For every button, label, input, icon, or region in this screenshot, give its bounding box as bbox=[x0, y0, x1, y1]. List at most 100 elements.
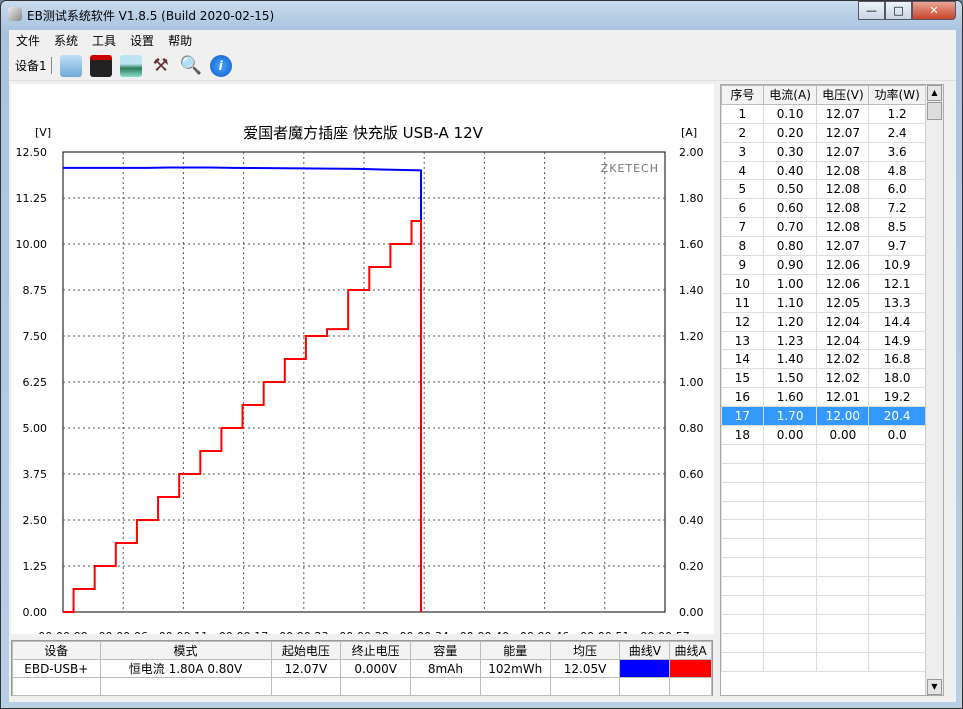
summary-table: 设备 模式 起始电压 终止电压 容量 能量 均压 曲线V 曲线A EBD-USB+ 恒电流 1.80… bbox=[11, 640, 713, 696]
menu-tools[interactable]: 工具 bbox=[85, 30, 123, 50]
y-tick-left: 2.50 bbox=[23, 514, 48, 527]
table-row[interactable]: 11 1.10 12.05 13.3 bbox=[721, 292, 926, 313]
save-icon[interactable] bbox=[89, 54, 112, 77]
menu-system[interactable]: 系统 bbox=[47, 30, 85, 50]
y-tick-left: 0.00 bbox=[23, 606, 48, 619]
cell: 1.10 bbox=[762, 292, 818, 313]
device-tab[interactable]: 设备1 bbox=[15, 57, 52, 74]
y-tick-left: 3.75 bbox=[23, 468, 48, 481]
summary-row[interactable]: EBD-USB+ 恒电流 1.80A 0.80V 12.07V 0.000V 8mAh 1… bbox=[12, 659, 712, 678]
cell: 0.80 bbox=[762, 236, 818, 257]
y-tick-right: 0.40 bbox=[679, 514, 704, 527]
cell: 13.3 bbox=[868, 292, 926, 313]
maximize-button[interactable]: □ bbox=[885, 1, 912, 20]
cell: 1.2 bbox=[868, 103, 926, 124]
table-row[interactable]: 8 0.80 12.07 9.7 bbox=[721, 236, 926, 257]
cell: 14.4 bbox=[868, 311, 926, 332]
app-icon bbox=[8, 7, 22, 21]
cell: 序号 bbox=[721, 85, 764, 105]
cell: 4 bbox=[721, 160, 764, 181]
cell: 0.00 bbox=[762, 425, 818, 445]
current-color-swatch[interactable] bbox=[669, 659, 712, 678]
cell: 0.00 bbox=[816, 425, 870, 445]
x-tick: 00:00:23 bbox=[279, 630, 328, 634]
data-table: 序号 电流(A) 电压(V) 功率(W) 1 0.10 12.07 1.2 2 0.20 12.07… bbox=[720, 84, 944, 696]
x-tick: 00:00:51 bbox=[580, 630, 629, 634]
cell: 12.07 bbox=[816, 236, 870, 257]
menu-file[interactable]: 文件 bbox=[9, 30, 47, 50]
table-row[interactable]: 1 0.10 12.07 1.2 bbox=[721, 103, 926, 124]
summary-cell: EBD-USB+ bbox=[12, 659, 101, 678]
cell: 12.04 bbox=[816, 311, 870, 332]
cell: 17 bbox=[721, 406, 764, 427]
open-folder-icon[interactable] bbox=[59, 54, 82, 77]
tools-icon[interactable]: ⚒ bbox=[150, 55, 172, 77]
cell: 6 bbox=[721, 198, 764, 219]
summary-header: 容量 bbox=[410, 641, 481, 660]
table-header[interactable]: 序号 电流(A) 电压(V) 功率(W) bbox=[721, 85, 926, 105]
cell: 1 bbox=[721, 103, 764, 124]
menu-settings[interactable]: 设置 bbox=[123, 30, 161, 50]
table-row[interactable]: 17 1.70 12.00 20.4 bbox=[721, 406, 926, 427]
close-button[interactable]: ✕ bbox=[912, 1, 956, 20]
table-row[interactable]: 9 0.90 12.06 10.9 bbox=[721, 255, 926, 275]
voltage-color-swatch[interactable] bbox=[619, 659, 671, 678]
cell: 0.10 bbox=[762, 103, 818, 124]
watermark: ZKETECH bbox=[601, 162, 659, 175]
y-tick-right: 0.60 bbox=[679, 468, 704, 481]
empty-row bbox=[721, 443, 926, 464]
table-row[interactable]: 6 0.60 12.08 7.2 bbox=[721, 198, 926, 219]
image-icon[interactable] bbox=[119, 54, 142, 77]
scroll-thumb[interactable] bbox=[927, 102, 942, 120]
table-row[interactable]: 18 0.00 0.00 0.0 bbox=[721, 425, 926, 445]
table-row[interactable]: 10 1.00 12.06 12.1 bbox=[721, 273, 926, 294]
table-row[interactable]: 7 0.70 12.08 8.5 bbox=[721, 217, 926, 238]
table-row[interactable]: 14 1.40 12.02 16.8 bbox=[721, 349, 926, 370]
cell: 12.02 bbox=[816, 368, 870, 389]
cell: 14 bbox=[721, 349, 764, 370]
summary-header: 终止电压 bbox=[340, 641, 412, 660]
empty-row bbox=[721, 576, 926, 597]
table-row[interactable]: 16 1.60 12.01 19.2 bbox=[721, 387, 926, 408]
cell: 2 bbox=[721, 122, 764, 143]
search-icon[interactable]: 🔍 bbox=[180, 55, 202, 77]
table-row[interactable]: 4 0.40 12.08 4.8 bbox=[721, 160, 926, 181]
cell: 电流(A) bbox=[762, 85, 818, 105]
y-tick-left: 12.50 bbox=[16, 146, 48, 159]
scroll-down-icon[interactable]: ▼ bbox=[927, 679, 942, 695]
y-tick-left: 6.25 bbox=[23, 376, 48, 389]
cell: 2.4 bbox=[868, 122, 926, 143]
y-tick-right: 0.20 bbox=[679, 560, 704, 573]
cell: 11 bbox=[721, 292, 764, 313]
cell: 4.8 bbox=[868, 160, 926, 181]
scroll-up-icon[interactable]: ▲ bbox=[927, 85, 942, 101]
cell: 功率(W) bbox=[868, 85, 926, 105]
table-row[interactable]: 5 0.50 12.08 6.0 bbox=[721, 179, 926, 200]
cell: 0.0 bbox=[868, 425, 926, 445]
cell: 1.00 bbox=[762, 273, 818, 294]
cell: 15 bbox=[721, 368, 764, 389]
empty-row bbox=[721, 519, 926, 540]
table-row[interactable]: 15 1.50 12.02 18.0 bbox=[721, 368, 926, 389]
empty-row bbox=[721, 500, 926, 521]
toolbar: 设备1 ⚒ 🔍 i bbox=[9, 51, 956, 81]
x-tick: 00:00:40 bbox=[460, 630, 509, 634]
table-row[interactable]: 13 1.23 12.04 14.9 bbox=[721, 330, 926, 351]
minimize-button[interactable]: — bbox=[858, 1, 885, 20]
cell: 12.07 bbox=[816, 103, 870, 124]
cell: 18 bbox=[721, 425, 764, 445]
scrollbar[interactable]: ▲ ▼ bbox=[925, 85, 943, 695]
table-row[interactable]: 3 0.30 12.07 3.6 bbox=[721, 141, 926, 162]
summary-header: 模式 bbox=[99, 641, 272, 660]
summary-header: 曲线V bbox=[619, 641, 671, 660]
summary-header: 设备 bbox=[12, 641, 101, 660]
y-tick-right: 0.00 bbox=[679, 606, 704, 619]
x-tick: 00:00:46 bbox=[520, 630, 569, 634]
info-icon[interactable]: i bbox=[209, 54, 232, 77]
table-row[interactable]: 12 1.20 12.04 14.4 bbox=[721, 311, 926, 332]
empty-row bbox=[721, 462, 926, 483]
cell: 0.50 bbox=[762, 179, 818, 200]
menu-help[interactable]: 帮助 bbox=[161, 30, 199, 50]
table-row[interactable]: 2 0.20 12.07 2.4 bbox=[721, 122, 926, 143]
y-tick-left: 8.75 bbox=[23, 284, 48, 297]
